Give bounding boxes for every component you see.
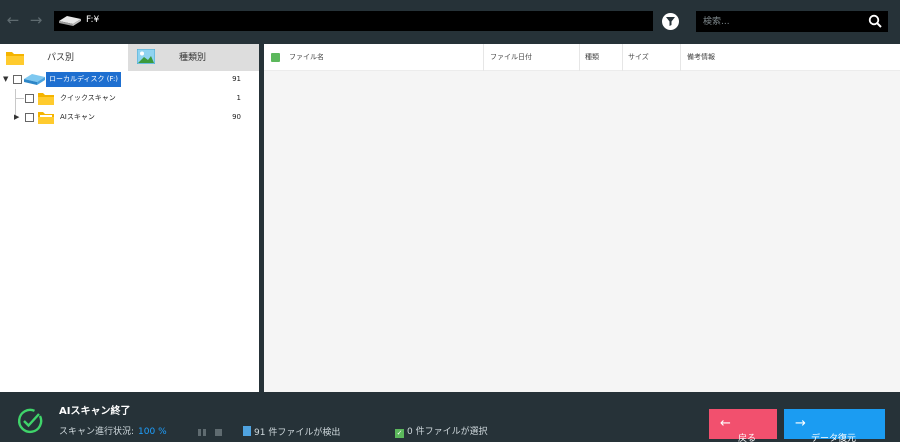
column-header-label: 備考情報 xyxy=(687,53,715,61)
tree-item-count: 90 xyxy=(232,113,241,121)
recover-data-button[interactable]: → データ復元 xyxy=(784,409,885,442)
scan-progress: スキャン進行状況: 100 % xyxy=(59,426,167,438)
folder-icon xyxy=(6,52,24,65)
progress-value: 100 % xyxy=(138,427,167,437)
stop-icon[interactable] xyxy=(215,429,222,436)
tree-connector xyxy=(16,98,24,99)
drive-icon xyxy=(24,74,45,85)
status-bar: AIスキャン終了 スキャン進行状況: 100 % 91 件ファイルが検出 ✓ 0 件… xyxy=(0,395,900,442)
view-tabs: パス別 種類別 xyxy=(0,44,259,71)
pause-icon[interactable] xyxy=(198,429,206,436)
selected-files-count: ✓ 0 件ファイルが選択 xyxy=(395,426,488,438)
column-header-notes[interactable]: 備考情報 xyxy=(680,44,900,71)
image-icon xyxy=(137,49,155,64)
file-icon xyxy=(243,426,251,436)
tree-item-count: 1 xyxy=(236,94,241,102)
tab-by-type[interactable]: 種類別 xyxy=(128,44,259,71)
found-files-text: 91 件ファイルが検出 xyxy=(254,428,341,438)
path-bar[interactable]: F:¥ xyxy=(54,11,653,31)
path-text: F:¥ xyxy=(86,15,100,25)
arrow-left-icon: ← xyxy=(720,416,731,431)
file-list-header: ファイル名 ファイル日付 種類 サイズ 備考情報 xyxy=(264,44,900,71)
back-button[interactable]: ← 戻る xyxy=(709,409,777,442)
checkbox[interactable] xyxy=(25,113,34,122)
back-button-label: 戻る xyxy=(738,434,757,442)
expand-toggle-icon[interactable]: ▼ xyxy=(3,75,8,84)
column-header-type[interactable]: 種類 xyxy=(579,44,622,71)
checked-checkbox-icon: ✓ xyxy=(395,429,404,438)
column-header-label: ファイル日付 xyxy=(490,53,532,61)
tab-by-path[interactable]: パス別 xyxy=(0,44,128,71)
filter-icon[interactable] xyxy=(662,13,679,30)
arrow-right-icon[interactable]: → xyxy=(26,10,46,30)
found-files-count: 91 件ファイルが検出 xyxy=(243,426,340,439)
tree-item-quick-scan[interactable]: クイックスキャン 1 xyxy=(0,90,259,107)
file-list-panel: ファイル名 ファイル日付 種類 サイズ 備考情報 xyxy=(264,44,900,392)
tree-item-label: AIスキャン xyxy=(60,113,95,121)
arrow-right-icon: → xyxy=(795,416,806,431)
tab-label: 種類別 xyxy=(179,53,207,63)
toolbar: ← → F:¥ xyxy=(0,0,900,42)
column-header-name[interactable]: ファイル名 xyxy=(264,44,483,71)
tree-item-local-disk[interactable]: ▼ ローカルディスク (F:) 91 xyxy=(0,71,259,88)
expand-toggle-icon[interactable]: ▶ xyxy=(14,113,19,122)
scan-status-title: AIスキャン終了 xyxy=(59,406,131,417)
drive-icon xyxy=(59,16,81,26)
checkbox[interactable] xyxy=(25,94,34,103)
column-header-label: サイズ xyxy=(628,53,649,61)
checkbox[interactable] xyxy=(13,75,22,84)
tab-label: パス別 xyxy=(47,53,75,63)
search-box[interactable] xyxy=(696,11,888,32)
column-header-label: 種類 xyxy=(585,53,599,61)
selected-files-text: 0 件ファイルが選択 xyxy=(407,427,488,437)
column-header-date[interactable]: ファイル日付 xyxy=(483,44,579,71)
recover-button-label: データ復元 xyxy=(811,434,857,442)
column-header-size[interactable]: サイズ xyxy=(622,44,680,71)
tree-item-count: 91 xyxy=(232,75,241,83)
search-input[interactable] xyxy=(696,11,864,32)
search-icon[interactable] xyxy=(868,14,883,29)
column-header-label: ファイル名 xyxy=(289,53,324,61)
tree-item-label: ローカルディスク (F:) xyxy=(46,72,122,87)
folder-tree-panel: パス別 種類別 ▼ ローカルディスク (F:) 91 クイックスキャン 1 ▶ … xyxy=(0,44,259,392)
arrow-left-icon[interactable]: ← xyxy=(3,10,23,30)
tree-item-ai-scan[interactable]: ▶ AIスキャン 90 xyxy=(0,109,259,126)
tree-item-label: クイックスキャン xyxy=(60,94,116,102)
check-circle-icon xyxy=(17,408,43,434)
folder-icon xyxy=(38,93,54,105)
progress-label: スキャン進行状況: xyxy=(59,427,135,437)
folder-icon xyxy=(38,112,54,124)
